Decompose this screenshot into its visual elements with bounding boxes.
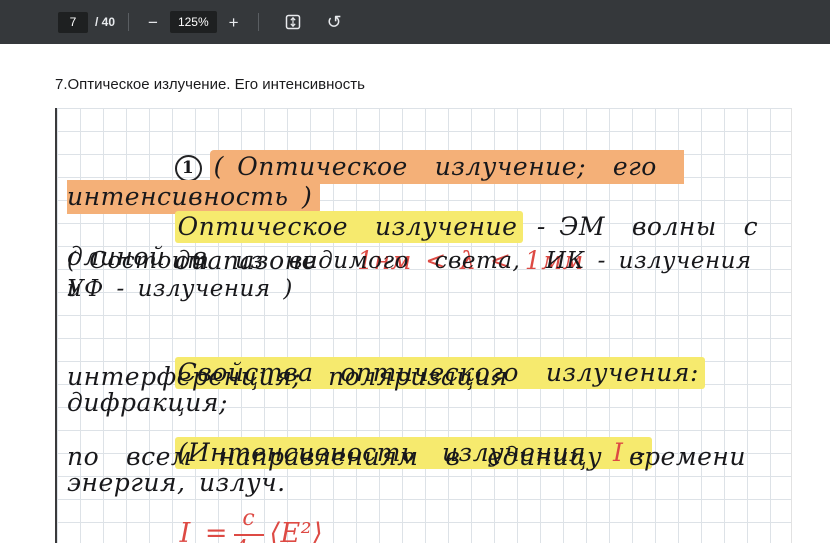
- plus-icon: +: [229, 14, 239, 31]
- pdf-toolbar: 7 / 40 − 125% + ↺: [0, 0, 830, 44]
- notebook-page: 1( Оптическое излучение; его интенсивнос…: [55, 108, 792, 543]
- page-number-input[interactable]: 7: [58, 12, 88, 33]
- rotate-button[interactable]: ↺: [321, 9, 348, 35]
- minus-icon: −: [148, 14, 158, 31]
- formula-rhs: ⟨E²⟩: [270, 518, 324, 543]
- formula-lhs: I =: [180, 518, 228, 543]
- note-properties-line2: интерференция; поляризация: [67, 362, 508, 392]
- intensity-formula-line: I =c4π⟨E²⟩ – интенсивность света: [67, 474, 548, 543]
- fit-page-button[interactable]: [279, 10, 307, 34]
- circled-number: 1: [175, 155, 202, 182]
- formula-fraction: c4π: [234, 506, 263, 543]
- page-total-label: / 40: [95, 15, 115, 29]
- document-title: 7.Оптическое излучение. Его интенсивност…: [55, 76, 365, 93]
- zoom-level: 125%: [170, 11, 217, 33]
- toolbar-divider: [258, 13, 259, 31]
- pdf-viewer: 7 / 40 − 125% + ↺ 7.Оптическое излучение…: [0, 0, 830, 543]
- rotate-icon: ↺: [327, 13, 342, 31]
- note-optical-line4: УФ - излучения ): [67, 276, 293, 304]
- fit-page-icon: [285, 14, 301, 30]
- zoom-out-button[interactable]: −: [142, 10, 164, 35]
- pdf-page-area: 7.Оптическое излучение. Его интенсивност…: [0, 44, 830, 543]
- note-intensity-line2: по всем направлениям в единицу времени: [67, 442, 746, 472]
- zoom-in-button[interactable]: +: [223, 10, 245, 35]
- toolbar-divider: [128, 13, 129, 31]
